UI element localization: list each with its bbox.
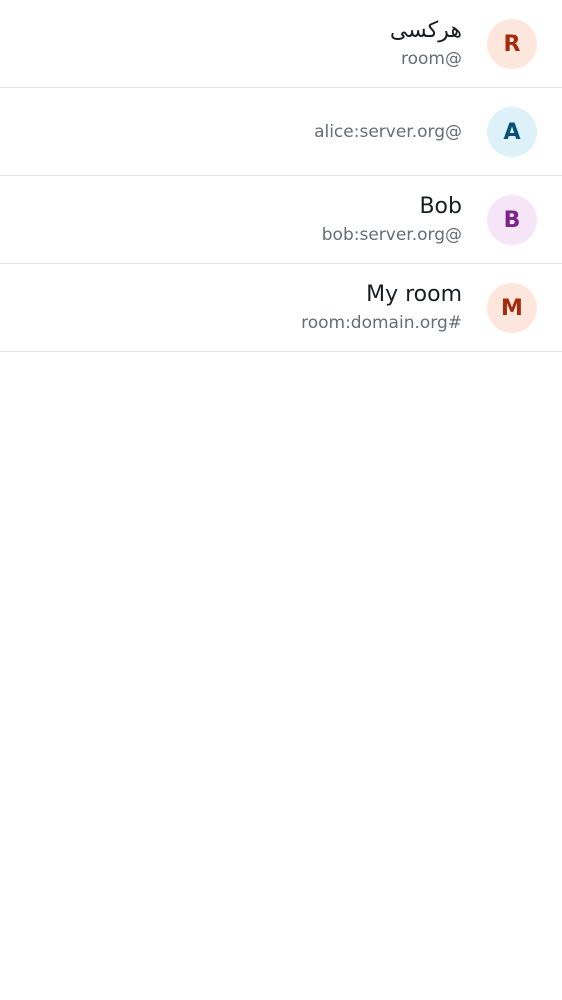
list-item-text: My room room:domain.org# — [301, 264, 462, 351]
list-item-subtitle: room@ — [401, 48, 462, 69]
list-item-subtitle: room:domain.org# — [301, 312, 462, 333]
list-item-name: Bob — [419, 193, 462, 219]
room-list: هرکسی room@ R alice:server.org@ A Bob bo… — [0, 0, 562, 352]
list-item-name: هرکسی — [389, 17, 462, 43]
avatar: R — [487, 19, 537, 69]
avatar: M — [487, 283, 537, 333]
list-item[interactable]: My room room:domain.org# M — [0, 264, 562, 352]
list-item[interactable]: alice:server.org@ A — [0, 88, 562, 176]
list-item-text: هرکسی room@ — [390, 0, 462, 87]
list-item[interactable]: هرکسی room@ R — [0, 0, 562, 88]
list-item-name: My room — [366, 281, 462, 307]
avatar: A — [487, 107, 537, 157]
list-item-subtitle: bob:server.org@ — [321, 224, 462, 245]
list-item[interactable]: Bob bob:server.org@ B — [0, 176, 562, 264]
list-item-text: Bob bob:server.org@ — [322, 176, 462, 263]
avatar: B — [487, 195, 537, 245]
list-item-text: alice:server.org@ — [314, 88, 462, 175]
list-item-subtitle: alice:server.org@ — [314, 121, 462, 142]
